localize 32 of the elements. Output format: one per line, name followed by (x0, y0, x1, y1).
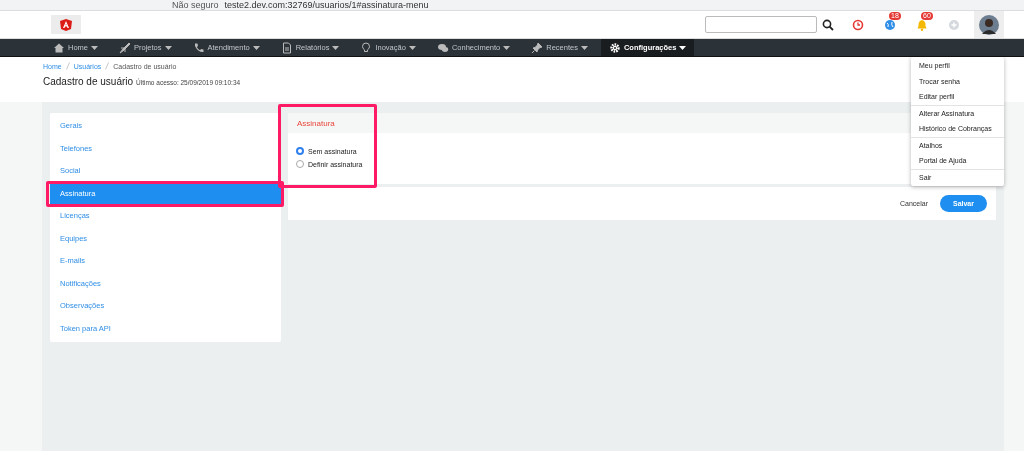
radio-button[interactable] (296, 147, 304, 155)
breadcrumb-separator (105, 62, 110, 70)
logo[interactable] (51, 15, 81, 34)
shield-icon (59, 17, 73, 32)
security-label: Não seguro (172, 0, 219, 10)
section-title: Assinatura (297, 118, 335, 128)
caret-icon (164, 45, 172, 50)
pin-icon (531, 41, 544, 54)
clock-icon[interactable] (852, 18, 864, 31)
caret-icon (580, 45, 588, 50)
breadcrumb-separator (65, 62, 70, 70)
caret-icon (91, 45, 98, 50)
gear-icon (608, 41, 621, 54)
page-title: Cadastro de usuário (43, 76, 134, 87)
bell-icon[interactable] (916, 18, 928, 31)
address-bar[interactable]: Não seguro teste2.dev.com:32769/usuarios/1#assinatura-menu (0, 0, 1024, 11)
globe-icon[interactable] (884, 18, 896, 31)
chat-icon (436, 41, 449, 54)
document-icon (280, 41, 293, 54)
search-icon[interactable] (822, 18, 834, 31)
caret-icon (408, 45, 416, 50)
avatar (979, 14, 999, 35)
caret-icon (679, 45, 687, 50)
home-icon (53, 41, 65, 54)
lightbulb-icon (360, 41, 373, 54)
caret-icon (503, 45, 511, 50)
radio-button[interactable] (296, 160, 304, 168)
caret-icon (332, 45, 340, 50)
phone-icon (192, 41, 205, 54)
url-text: teste2.dev.com:32769/usuarios/1#assinatura-menu (224, 0, 429, 10)
search-field[interactable] (705, 16, 817, 33)
caret-icon (252, 45, 260, 50)
